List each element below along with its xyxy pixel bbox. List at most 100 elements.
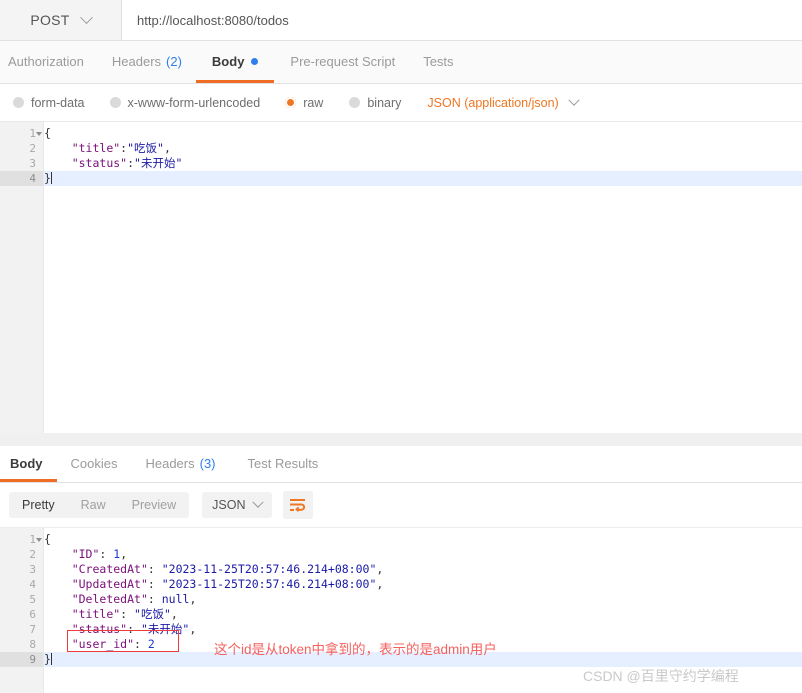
radio-icon (109, 97, 121, 108)
response-format-dropdown[interactable]: JSON (202, 492, 273, 518)
request-url-bar: POST http://localhost:8080/todos (0, 0, 802, 41)
response-tab-body[interactable]: Body (0, 445, 57, 482)
code-token: { (44, 126, 51, 140)
radio-binary[interactable]: binary (349, 96, 401, 110)
url-input[interactable]: http://localhost:8080/todos (122, 0, 802, 40)
code-token: "title" (71, 141, 121, 155)
tab-tests-label: Tests (423, 54, 454, 69)
radio-icon (349, 97, 361, 108)
line-number: 4 (29, 578, 36, 591)
tab-pre-request-script[interactable]: Pre-request Script (274, 40, 409, 83)
tab-pre-request-script-label: Pre-request Script (290, 54, 396, 69)
postman-window: POST http://localhost:8080/todos Authori… (0, 0, 802, 693)
line-number: 6 (29, 608, 36, 621)
code-line[interactable]: "status":"未开始" (44, 156, 802, 171)
code-token: : (127, 156, 135, 170)
radio-binary-label: binary (367, 95, 402, 110)
code-line[interactable]: } (44, 171, 802, 186)
response-tab-headers[interactable]: Headers (3) (131, 445, 229, 482)
radio-form-data-label: form-data (31, 95, 85, 110)
tab-authorization-label: Authorization (8, 54, 84, 69)
response-format-label: JSON (212, 498, 246, 512)
code-token: "CreatedAt" (71, 562, 148, 576)
radio-x-www-form-urlencoded[interactable]: x-www-form-urlencoded (109, 96, 260, 110)
view-mode-preview[interactable]: Preview (119, 492, 189, 518)
fold-arrow-icon[interactable] (36, 132, 42, 136)
response-tab-test-results-label: Test Results (247, 456, 319, 471)
code-token: : (127, 622, 141, 636)
view-mode-raw[interactable]: Raw (68, 492, 119, 518)
code-token: "title" (71, 607, 121, 621)
tab-authorization[interactable]: Authorization (0, 40, 98, 83)
word-wrap-icon (290, 499, 306, 512)
radio-raw[interactable]: raw (285, 96, 323, 110)
code-token: : (99, 547, 114, 561)
tab-headers[interactable]: Headers (2) (98, 40, 196, 83)
code-line[interactable]: "UpdatedAt": "2023-11-25T20:57:46.214+08… (44, 577, 802, 592)
http-method-dropdown[interactable]: POST (0, 0, 122, 40)
tab-tests[interactable]: Tests (409, 40, 467, 83)
code-token: { (44, 532, 51, 546)
code-token: "吃饭" (134, 607, 171, 621)
code-line[interactable]: { (44, 126, 802, 141)
code-token: "user_id" (71, 637, 135, 651)
code-token: "status" (71, 622, 128, 636)
tab-headers-label: Headers (111, 54, 162, 69)
code-token: : (147, 577, 162, 591)
radio-raw-label: raw (303, 95, 324, 110)
fold-arrow-icon[interactable] (36, 538, 42, 542)
code-token: "ID" (71, 547, 100, 561)
code-token: 2 (147, 637, 155, 651)
code-line[interactable]: "title":"吃饭", (44, 141, 802, 156)
view-mode-pretty[interactable]: Pretty (9, 492, 68, 518)
code-token: } (44, 171, 51, 185)
text-cursor (50, 172, 52, 184)
code-line[interactable]: "CreatedAt": "2023-11-25T20:57:46.214+08… (44, 562, 802, 577)
radio-icon (13, 97, 24, 108)
word-wrap-button[interactable] (283, 491, 314, 519)
line-number: 3 (29, 563, 36, 576)
response-tab-cookies[interactable]: Cookies (57, 445, 132, 482)
code-line[interactable]: { (44, 532, 802, 547)
response-tab-strip: Body Cookies Headers (3) Test Results (0, 446, 802, 483)
content-type-dropdown[interactable]: JSON (application/json) (427, 94, 580, 110)
response-view-mode-group: Pretty Raw Preview (9, 492, 190, 518)
code-line[interactable]: "ID": 1, (44, 547, 802, 562)
code-line[interactable]: "title": "吃饭", (44, 607, 802, 622)
csdn-watermark: CSDN @百里守约学编程 (583, 668, 739, 684)
response-tab-cookies-label: Cookies (70, 456, 118, 471)
code-token: "吃饭" (127, 141, 164, 155)
response-toolbar: Pretty Raw Preview JSON (0, 483, 802, 528)
line-number: 1 (0, 126, 43, 141)
radio-form-data[interactable]: form-data (13, 96, 85, 110)
code-token: } (44, 652, 51, 666)
code-token: "2023-11-25T20:57:46.214+08:00" (161, 562, 377, 576)
line-number: 5 (29, 593, 36, 606)
line-number: 2 (29, 548, 36, 561)
code-token: : (120, 607, 135, 621)
http-method-label: POST (30, 12, 70, 28)
code-token: , (376, 577, 384, 591)
code-token: , (376, 562, 384, 576)
response-gutter: 12 3 4 5 6 7 89 (0, 528, 44, 693)
line-number: 2 (29, 142, 36, 155)
request-code-area[interactable]: { "title":"吃饭", "status":"未开始"} (44, 122, 802, 433)
code-token: , (189, 592, 197, 606)
tab-body-label: Body (211, 54, 245, 69)
response-tab-test-results[interactable]: Test Results (230, 445, 333, 482)
line-number: 9 (0, 652, 43, 667)
tab-body[interactable]: Body (195, 40, 275, 83)
code-token: null (161, 592, 190, 606)
code-line[interactable]: "DeletedAt": null, (44, 592, 802, 607)
request-tab-strip: Authorization Headers (2) Body Pre-reque… (0, 41, 802, 84)
content-type-label: JSON (application/json) (427, 95, 559, 110)
code-token: , (189, 622, 197, 636)
code-token: "未开始" (134, 156, 183, 170)
code-line[interactable]: "status": "未开始", (44, 622, 802, 637)
response-tab-headers-count: (3) (199, 456, 216, 471)
request-body-editor[interactable]: 12 34 { "title":"吃饭", "status":"未开始"} (0, 122, 802, 433)
